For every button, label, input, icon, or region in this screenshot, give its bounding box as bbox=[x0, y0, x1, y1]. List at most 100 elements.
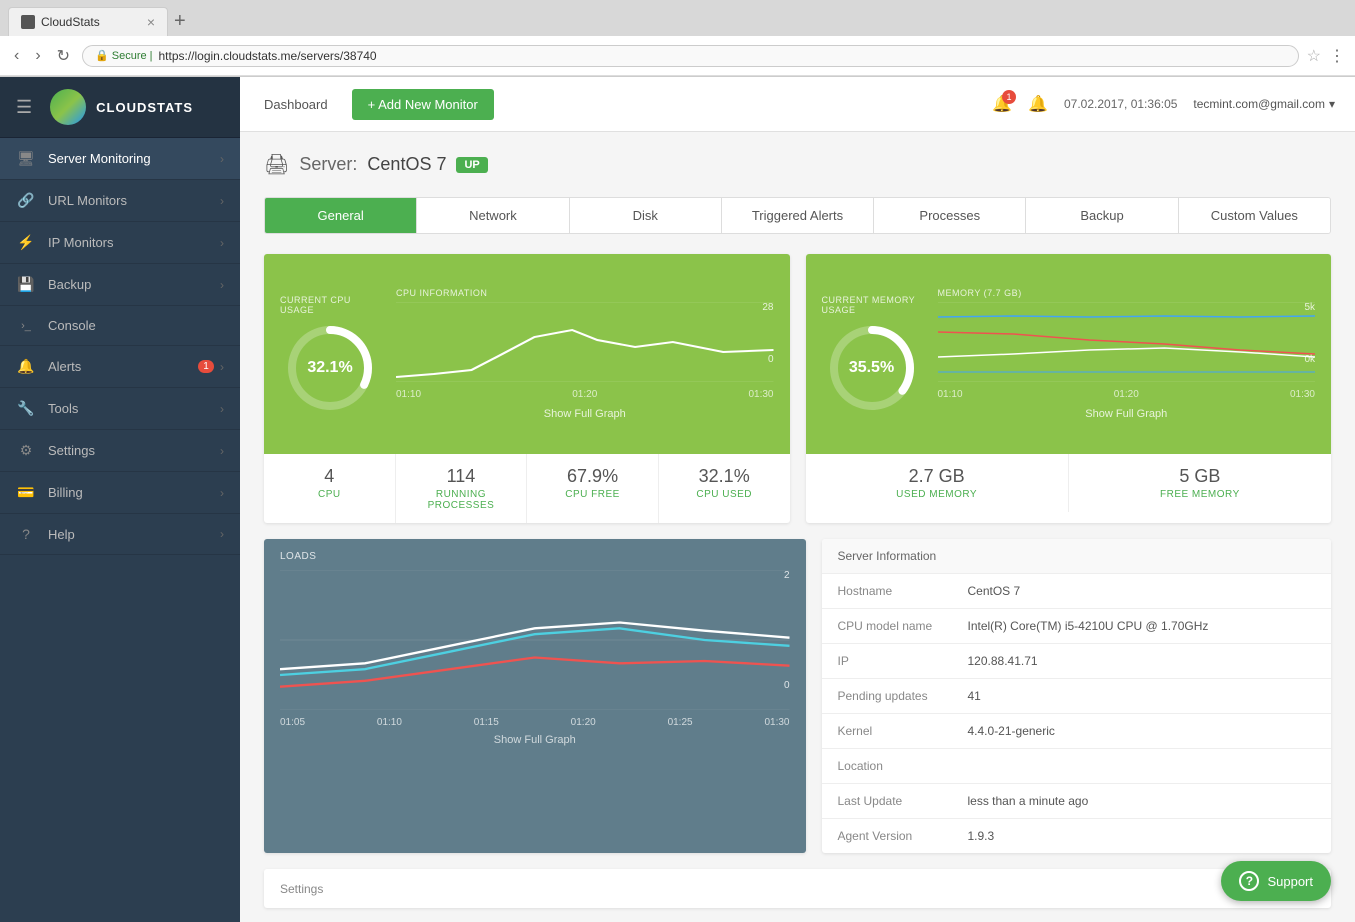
cpu-chart-area: CPU INFORMATION 28 0 bbox=[396, 288, 774, 420]
sidebar-item-alerts[interactable]: 🔔 Alerts 1 › bbox=[0, 346, 240, 388]
pending-updates-row: Pending updates 41 bbox=[822, 679, 1332, 714]
cpu-free-value: 67.9% bbox=[535, 466, 650, 487]
support-icon: ? bbox=[1239, 871, 1259, 891]
user-email: tecmint.com@gmail.com bbox=[1193, 97, 1325, 111]
agent-version-row: Agent Version 1.9.3 bbox=[822, 819, 1332, 853]
ip-row: IP 120.88.41.71 bbox=[822, 644, 1332, 679]
menu-icon[interactable]: ⋮ bbox=[1329, 46, 1345, 66]
sidebar-item-help[interactable]: ? Help › bbox=[0, 514, 240, 555]
support-button[interactable]: ? Support bbox=[1221, 861, 1331, 901]
cpu-card: CURRENT CPU USAGE 32.1% CPU I bbox=[264, 254, 790, 523]
url-display[interactable]: https://login.cloudstats.me/servers/3874… bbox=[158, 49, 1285, 63]
free-memory-metric: 5 GB FREE MEMORY bbox=[1069, 454, 1331, 512]
page-content: 🖨 Server: CentOS 7 UP General Network Di… bbox=[240, 132, 1355, 922]
app-container: ☰ CLOUDSTATS 🖥 Server Monitoring › 🔗 URL… bbox=[0, 77, 1355, 922]
hamburger-icon[interactable]: ☰ bbox=[16, 97, 32, 118]
loads-show-full-graph[interactable]: Show Full Graph bbox=[280, 734, 790, 746]
sidebar-item-label: URL Monitors bbox=[48, 193, 220, 208]
tools-icon: 🔧 bbox=[16, 400, 36, 417]
dashboard-link[interactable]: Dashboard bbox=[260, 89, 332, 120]
status-badge: UP bbox=[456, 157, 487, 173]
browser-chrome: CloudStats × + ‹ › ↻ 🔒 Secure | https://… bbox=[0, 0, 1355, 77]
cpu-show-full-graph[interactable]: Show Full Graph bbox=[396, 408, 774, 420]
cpu-model-value: Intel(R) Core(TM) i5-4210U CPU @ 1.70GHz bbox=[968, 619, 1316, 633]
memory-card-chart: CURRENT MEMORY USAGE 35.5% MEMORY (7.7 G… bbox=[806, 254, 1332, 454]
sidebar-item-console[interactable]: ›_ Console bbox=[0, 306, 240, 346]
hostname-value: CentOS 7 bbox=[968, 584, 1316, 598]
alerts-badge: 1 bbox=[198, 360, 214, 373]
sidebar-item-url-monitors[interactable]: 🔗 URL Monitors › bbox=[0, 180, 240, 222]
last-update-key: Last Update bbox=[838, 794, 968, 808]
location-value bbox=[968, 759, 1316, 773]
pending-updates-key: Pending updates bbox=[838, 689, 968, 703]
memory-chart-area: MEMORY (7.7 GB) 5k 0k bbox=[938, 288, 1316, 420]
hostname-key: Hostname bbox=[838, 584, 968, 598]
stats-row: CURRENT CPU USAGE 32.1% CPU I bbox=[264, 254, 1331, 523]
bookmark-icon[interactable]: ☆ bbox=[1307, 46, 1321, 66]
location-row: Location bbox=[822, 749, 1332, 784]
ip-monitors-icon: ⚡ bbox=[16, 234, 36, 251]
notifications-button[interactable]: 🔔 1 bbox=[992, 94, 1012, 114]
cpu-chart-min: 0 bbox=[768, 354, 774, 365]
tab-disk[interactable]: Disk bbox=[570, 198, 722, 233]
chevron-right-icon: › bbox=[220, 152, 224, 166]
cpu-used-label: CPU USED bbox=[667, 489, 782, 500]
memory-usage-label: CURRENT MEMORY USAGE bbox=[822, 295, 922, 315]
tab-triggered-alerts[interactable]: Triggered Alerts bbox=[722, 198, 874, 233]
kernel-row: Kernel 4.4.0-21-generic bbox=[822, 714, 1332, 749]
tab-custom-values[interactable]: Custom Values bbox=[1179, 198, 1330, 233]
cpu-gauge-value: 32.1% bbox=[307, 359, 352, 377]
sidebar-item-label: Tools bbox=[48, 401, 220, 416]
reload-button[interactable]: ↻ bbox=[53, 44, 74, 68]
server-monitoring-icon: 🖥 bbox=[16, 150, 36, 167]
running-processes-value: 114 bbox=[404, 466, 519, 487]
tab-backup[interactable]: Backup bbox=[1026, 198, 1178, 233]
secure-indicator: 🔒 Secure | bbox=[95, 49, 152, 62]
cpu-info-label: CPU INFORMATION bbox=[396, 288, 774, 298]
top-nav-right: 🔔 1 🔔 07.02.2017, 01:36:05 tecmint.com@g… bbox=[992, 94, 1335, 114]
ip-value: 120.88.41.71 bbox=[968, 654, 1316, 668]
sidebar-item-billing[interactable]: 💳 Billing › bbox=[0, 472, 240, 514]
chevron-right-icon: › bbox=[220, 360, 224, 374]
tab-close-button[interactable]: × bbox=[147, 14, 155, 30]
memory-chart-times: 01:1001:2001:30 bbox=[938, 389, 1316, 400]
hostname-row: Hostname CentOS 7 bbox=[822, 574, 1332, 609]
sidebar-item-ip-monitors[interactable]: ⚡ IP Monitors › bbox=[0, 222, 240, 264]
tab-general[interactable]: General bbox=[265, 198, 417, 233]
tab-processes[interactable]: Processes bbox=[874, 198, 1026, 233]
alerts-bell-icon[interactable]: 🔔 bbox=[1028, 94, 1048, 114]
memory-show-full-graph[interactable]: Show Full Graph bbox=[938, 408, 1316, 420]
cpu-used-value: 32.1% bbox=[667, 466, 782, 487]
sidebar-item-backup[interactable]: 💾 Backup › bbox=[0, 264, 240, 306]
sidebar-item-settings[interactable]: ⚙ Settings › bbox=[0, 430, 240, 472]
tab-network[interactable]: Network bbox=[417, 198, 569, 233]
sidebar-item-tools[interactable]: 🔧 Tools › bbox=[0, 388, 240, 430]
cpu-chart-max: 28 bbox=[762, 302, 773, 313]
sidebar-item-label: Billing bbox=[48, 485, 220, 500]
sidebar-item-label: Backup bbox=[48, 277, 220, 292]
cpu-usage-label: CURRENT CPU USAGE bbox=[280, 295, 380, 315]
add-monitor-button[interactable]: + Add New Monitor bbox=[352, 89, 494, 120]
used-memory-label: USED MEMORY bbox=[814, 489, 1060, 500]
console-icon: ›_ bbox=[16, 320, 36, 332]
settings-icon: ⚙ bbox=[16, 442, 36, 459]
memory-gauge-container: CURRENT MEMORY USAGE 35.5% bbox=[822, 295, 922, 413]
chevron-right-icon: › bbox=[220, 444, 224, 458]
user-menu[interactable]: tecmint.com@gmail.com ▾ bbox=[1193, 97, 1335, 111]
cpu-chart-times: 01:1001:2001:30 bbox=[396, 389, 774, 400]
chevron-right-icon: › bbox=[220, 278, 224, 292]
memory-gauge-value: 35.5% bbox=[849, 359, 894, 377]
memory-chart-max: 5k bbox=[1304, 302, 1315, 313]
back-button[interactable]: ‹ bbox=[10, 45, 23, 67]
forward-button[interactable]: › bbox=[31, 45, 44, 67]
main-tabs: General Network Disk Triggered Alerts Pr… bbox=[264, 197, 1331, 234]
running-processes-metric: 114 RUNNING PROCESSES bbox=[396, 454, 528, 523]
sidebar-item-server-monitoring[interactable]: 🖥 Server Monitoring › bbox=[0, 138, 240, 180]
browser-tab[interactable]: CloudStats × bbox=[8, 7, 168, 36]
sidebar-item-label: IP Monitors bbox=[48, 235, 220, 250]
agent-version-key: Agent Version bbox=[838, 829, 968, 843]
cpu-count-label: CPU bbox=[272, 489, 387, 500]
tab-bar: CloudStats × + bbox=[0, 0, 1355, 36]
used-memory-value: 2.7 GB bbox=[814, 466, 1060, 487]
new-tab-button[interactable]: + bbox=[168, 10, 192, 33]
